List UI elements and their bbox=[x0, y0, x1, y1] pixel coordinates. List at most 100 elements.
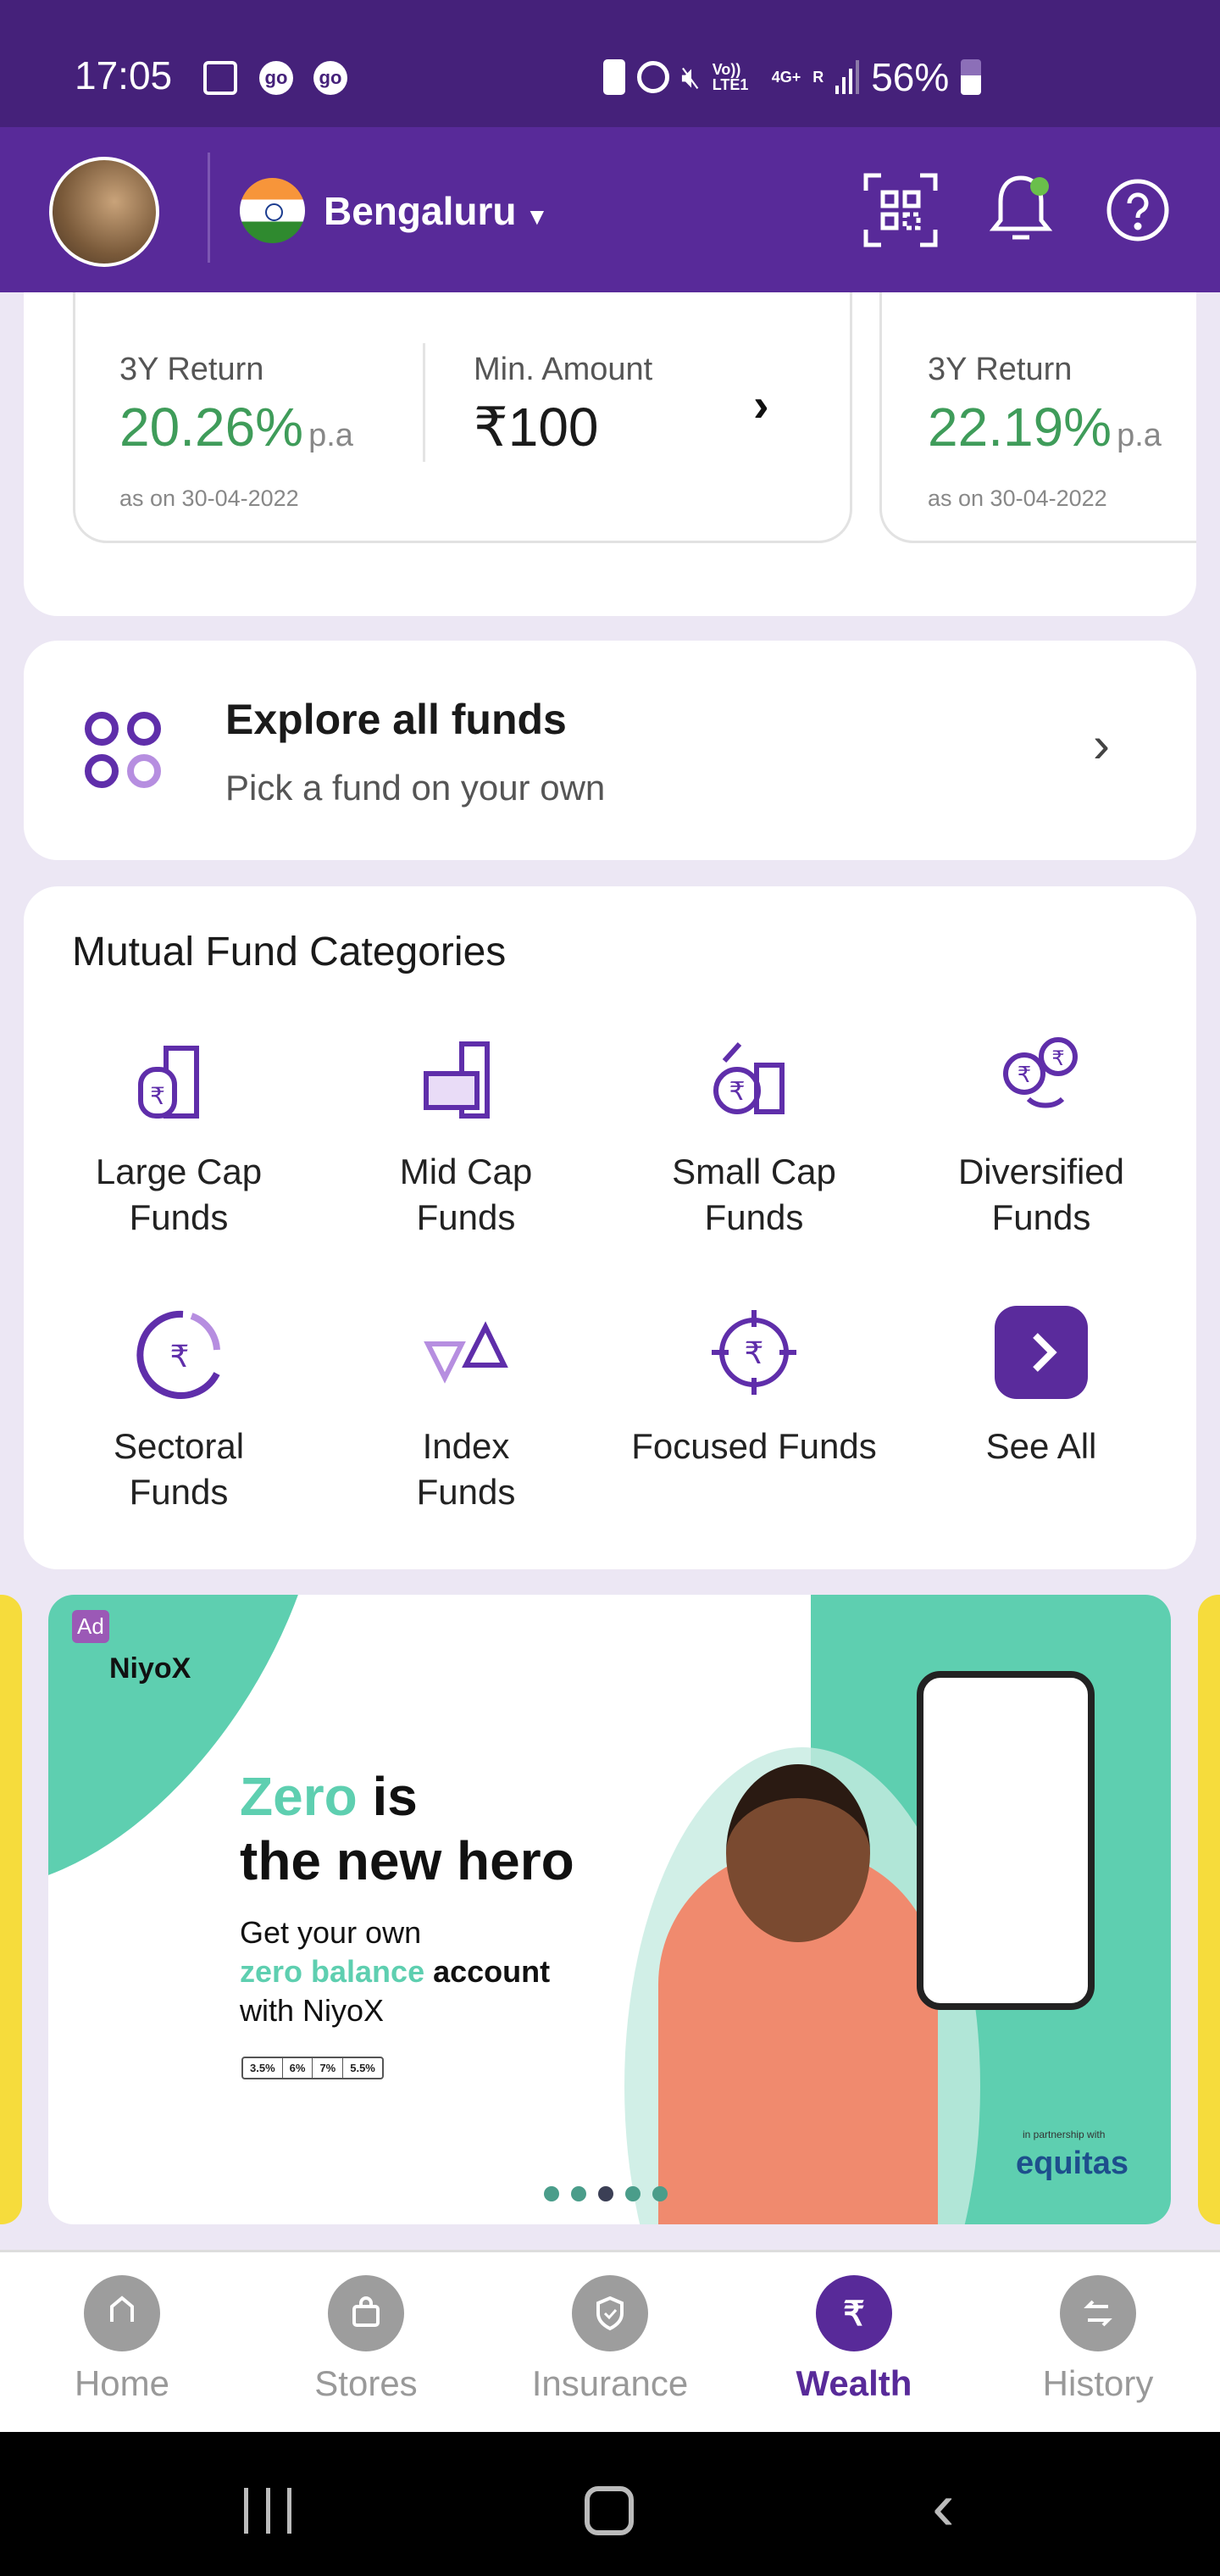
home-button[interactable] bbox=[585, 2486, 634, 2535]
nav-label: Wealth bbox=[796, 2363, 912, 2403]
chevron-right-icon[interactable]: › bbox=[753, 377, 769, 432]
return-unit: p.a bbox=[1117, 418, 1162, 453]
battery-saver-icon bbox=[603, 59, 625, 95]
nav-wealth[interactable]: ₹ Wealth bbox=[769, 2275, 939, 2404]
rupee-icon: ₹ bbox=[816, 2275, 892, 2351]
large-cap-icon: ₹ bbox=[138, 1046, 199, 1119]
carousel-dot[interactable] bbox=[571, 2186, 586, 2201]
battery-percent: 56% bbox=[871, 55, 950, 99]
svg-text:₹: ₹ bbox=[150, 1083, 165, 1109]
explore-title: Explore all funds bbox=[225, 696, 567, 743]
carousel-dot[interactable] bbox=[598, 2186, 613, 2201]
category-see-all[interactable]: See All bbox=[897, 1302, 1185, 1469]
go-icon: go bbox=[313, 61, 347, 95]
nav-label: Stores bbox=[314, 2363, 418, 2403]
rates-strip: 3.5% 6% 7% 5.5% bbox=[241, 2057, 384, 2079]
carousel-dot[interactable] bbox=[625, 2186, 640, 2201]
carousel-dots[interactable] bbox=[544, 2186, 668, 2201]
index-icon bbox=[424, 1321, 508, 1384]
category-small-cap[interactable]: ₹ Small Cap Funds bbox=[610, 1027, 898, 1241]
category-label: Funds bbox=[991, 1197, 1091, 1237]
min-amount-label: Min. Amount bbox=[474, 352, 653, 387]
category-diversified[interactable]: ₹ ₹ Diversified Funds bbox=[897, 1027, 1185, 1241]
svg-text:₹: ₹ bbox=[843, 2296, 864, 2333]
shield-icon bbox=[572, 2275, 648, 2351]
nav-label: Home bbox=[74, 2363, 170, 2403]
status-right: 🔇︎ Vo)) LTE1 4G+ R 56% bbox=[603, 54, 982, 100]
next-ad-peek[interactable] bbox=[1198, 1595, 1220, 2224]
category-label: Funds bbox=[416, 1197, 516, 1237]
niyox-logo: NiyoX bbox=[109, 1652, 191, 1685]
phone-mockup-image bbox=[917, 1671, 1095, 2010]
return-label: 3Y Return bbox=[119, 352, 264, 387]
battery-icon bbox=[961, 59, 982, 95]
explore-all-funds-card[interactable]: Explore all funds Pick a fund on your ow… bbox=[24, 641, 1196, 860]
equitas-logo: equitas bbox=[1016, 2146, 1129, 2181]
category-label: Funds bbox=[704, 1197, 804, 1237]
nav-home[interactable]: Home bbox=[37, 2275, 207, 2404]
category-label: Funds bbox=[129, 1472, 229, 1512]
hero-person-head bbox=[726, 1764, 870, 1942]
svg-text:₹: ₹ bbox=[1051, 1047, 1064, 1070]
go-icon: go bbox=[259, 61, 293, 95]
chevron-down-icon[interactable]: ▼ bbox=[525, 203, 549, 230]
partner-label: in partnership with bbox=[1023, 2129, 1106, 2140]
alarm-icon bbox=[637, 61, 669, 93]
nav-insurance[interactable]: Insurance bbox=[525, 2275, 695, 2404]
carousel-dot[interactable] bbox=[544, 2186, 559, 2201]
transfer-icon bbox=[1060, 2275, 1136, 2351]
nav-history[interactable]: History bbox=[1013, 2275, 1183, 2404]
carousel-dot[interactable] bbox=[652, 2186, 668, 2201]
category-label: Funds bbox=[416, 1472, 516, 1512]
return-unit: p.a bbox=[308, 418, 353, 453]
status-time: 17:05 bbox=[75, 53, 173, 97]
chevron-right-icon[interactable]: › bbox=[1093, 715, 1110, 774]
city-selector[interactable]: Bengaluru bbox=[324, 188, 516, 234]
ad-subtext: Get your own zero balance account with Niy… bbox=[240, 1915, 551, 2028]
mid-cap-icon bbox=[424, 1041, 490, 1119]
return-value: 22.19% p.a bbox=[928, 397, 1162, 458]
back-button[interactable]: ‹ bbox=[932, 2468, 955, 2545]
fund-card[interactable]: 3Y Return 20.26% p.a as on 30-04-2022 Min… bbox=[73, 292, 852, 543]
return-value: 20.26% p.a bbox=[119, 397, 353, 458]
ad-banner[interactable]: Ad NiyoX Zero is the new hero Get your ow… bbox=[48, 1595, 1171, 2224]
categories-title: Mutual Fund Categories bbox=[72, 930, 507, 974]
prev-ad-peek[interactable] bbox=[0, 1595, 22, 2224]
category-sectoral[interactable]: ₹ Sectoral Funds bbox=[35, 1302, 323, 1515]
nav-stores[interactable]: Stores bbox=[281, 2275, 451, 2404]
mute-icon: 🔇︎ bbox=[681, 58, 701, 94]
category-label: Large Cap bbox=[95, 1152, 263, 1191]
category-label: Funds bbox=[129, 1197, 229, 1237]
category-large-cap[interactable]: ₹ Large Cap Funds bbox=[35, 1027, 323, 1241]
category-label: Index bbox=[422, 1426, 510, 1466]
svg-text:₹: ₹ bbox=[745, 1335, 764, 1370]
system-nav-bar: ‹ bbox=[0, 2432, 1220, 2576]
category-focused[interactable]: ₹ Focused Funds bbox=[610, 1302, 898, 1469]
volte-label: Vo)) LTE1 bbox=[712, 61, 749, 93]
small-cap-icon: ₹ bbox=[713, 1041, 785, 1114]
qr-scan-icon[interactable] bbox=[862, 172, 939, 248]
image-icon bbox=[203, 61, 237, 95]
funds-grid-icon bbox=[85, 712, 161, 788]
help-icon[interactable] bbox=[1106, 178, 1170, 242]
ad-headline: Zero is the new hero bbox=[240, 1766, 574, 1891]
explore-subtitle: Pick a fund on your own bbox=[225, 768, 606, 808]
home-icon bbox=[84, 2275, 160, 2351]
see-all-icon bbox=[995, 1306, 1088, 1399]
fund-card[interactable]: 3Y Return 22.19% p.a as on 30-04-2022 bbox=[879, 292, 1220, 543]
svg-text:₹: ₹ bbox=[170, 1339, 190, 1374]
data-label: 4G+ bbox=[771, 69, 801, 86]
header-divider bbox=[208, 153, 210, 263]
india-flag-icon[interactable] bbox=[240, 178, 305, 243]
bell-icon[interactable] bbox=[987, 169, 1055, 246]
nav-label: Insurance bbox=[531, 2363, 689, 2403]
as-on-date: as on 30-04-2022 bbox=[119, 486, 299, 511]
bag-icon bbox=[328, 2275, 404, 2351]
avatar[interactable] bbox=[49, 157, 159, 267]
category-index[interactable]: Index Funds bbox=[322, 1302, 610, 1515]
category-label: Mid Cap bbox=[399, 1152, 533, 1191]
category-mid-cap[interactable]: Mid Cap Funds bbox=[322, 1027, 610, 1241]
recent-apps-button[interactable] bbox=[244, 2488, 291, 2534]
focused-icon: ₹ bbox=[712, 1310, 796, 1395]
as-on-date: as on 30-04-2022 bbox=[928, 486, 1107, 511]
